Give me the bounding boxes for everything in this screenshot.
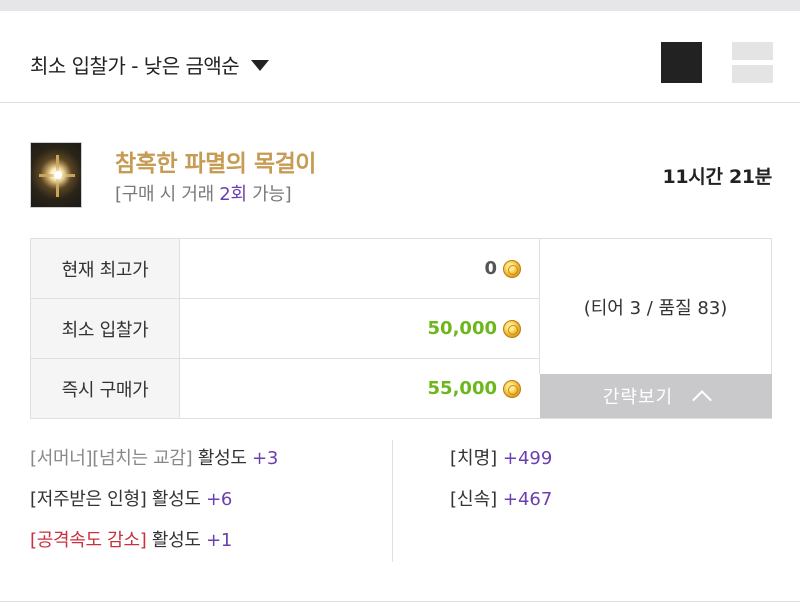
- engraving-line: [서머너][넘치는 교감] 활성도 +3: [30, 448, 278, 469]
- sort-dropdown[interactable]: 최소 입찰가 - 낮은 금액순: [30, 49, 270, 79]
- chevron-up-icon: [692, 390, 713, 410]
- gold-coin-icon: [503, 259, 521, 278]
- trade-count: 2회: [219, 184, 247, 205]
- price-table: 현재 최고가 0 최소 입찰가 50,000 즉시 구매가 55,000 (티어…: [30, 238, 772, 419]
- engraving-line: [저주받은 인형] 활성도 +6: [30, 489, 232, 510]
- price-label: 즉시 구매가: [31, 359, 180, 418]
- price-value: 0: [180, 239, 539, 298]
- item-thumbnail[interactable]: [30, 142, 82, 208]
- tier-quality: (티어 3 / 품질 83): [539, 239, 771, 374]
- price-value: 50,000: [180, 299, 539, 358]
- price-row-min-bid: 최소 입찰가 50,000: [31, 299, 539, 359]
- price-row-current-highest: 현재 최고가 0: [31, 239, 539, 299]
- list-view-icon[interactable]: [732, 42, 773, 83]
- top-strip: [0, 0, 800, 11]
- price-value: 55,000: [180, 359, 539, 418]
- caret-down-icon: [251, 59, 270, 71]
- price-row-buy-now: 즉시 구매가 55,000: [31, 359, 539, 418]
- grid-view-icon[interactable]: [661, 42, 702, 83]
- item-name[interactable]: 참혹한 파멸의 목걸이: [115, 144, 316, 178]
- price-label: 현재 최고가: [31, 239, 180, 298]
- price-label: 최소 입찰가: [31, 299, 180, 358]
- brief-view-label: 간략보기: [602, 387, 674, 408]
- item-header: 참혹한 파멸의 목걸이 [구매 시 거래 2회 가능] 11시간 21분: [30, 142, 772, 212]
- trade-limit: [구매 시 거래 2회 가능]: [115, 184, 292, 205]
- sort-label: 최소 입찰가 - 낮은 금액순: [30, 53, 240, 78]
- stat-line: [치명] +499: [450, 448, 553, 469]
- brief-view-button[interactable]: 간략보기: [540, 374, 772, 418]
- gold-coin-icon: [503, 379, 521, 398]
- engraving-line: [공격속도 감소] 활성도 +1: [30, 530, 232, 551]
- engraving-effects: [서머너][넘치는 교감] 활성도 +3 [저주받은 인형] 활성도 +6 [공…: [30, 444, 390, 567]
- stat-list: [치명] +499 [신속] +467: [450, 444, 750, 526]
- time-left: 11시간 21분: [662, 166, 772, 188]
- sort-bar: 최소 입찰가 - 낮은 금액순: [0, 11, 800, 103]
- gold-coin-icon: [503, 319, 521, 338]
- divider: [392, 440, 393, 562]
- stat-line: [신속] +467: [450, 489, 553, 510]
- divider: [0, 601, 800, 602]
